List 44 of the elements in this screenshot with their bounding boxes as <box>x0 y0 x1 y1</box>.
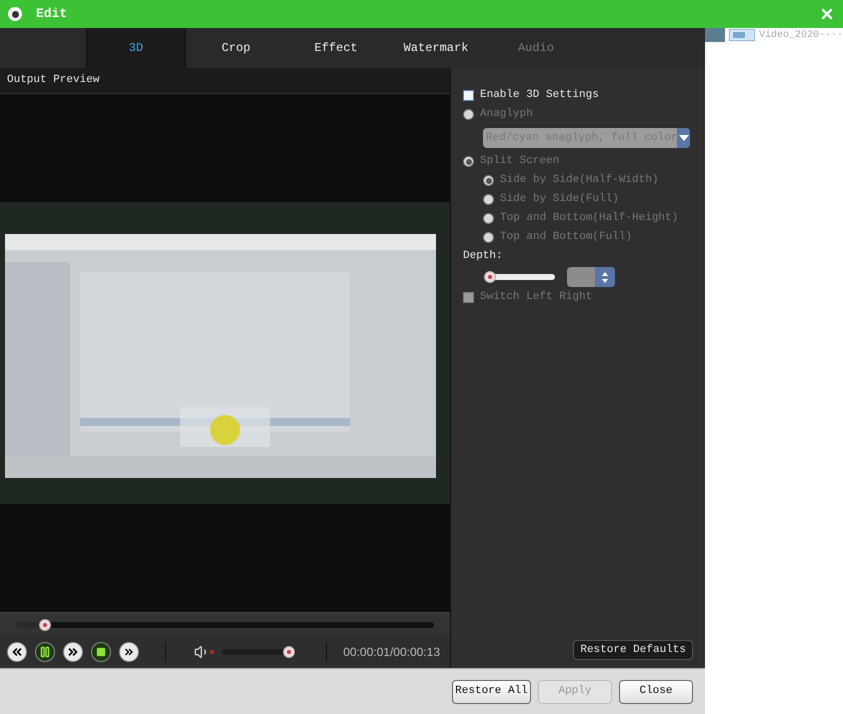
slider-thumb[interactable] <box>282 646 295 658</box>
pause-icon <box>39 646 51 658</box>
slider-thumb[interactable] <box>484 271 496 283</box>
tab[interactable]: Effect <box>286 28 386 68</box>
radio-label: Side by Side(Half-Width) <box>500 173 658 188</box>
restore-defaults-button[interactable]: Restore Defaults <box>573 640 693 660</box>
stop-icon <box>96 647 106 657</box>
tab[interactable]: Watermark <box>386 28 486 68</box>
fast-forward-icon <box>66 645 80 659</box>
player-button[interactable] <box>91 642 111 662</box>
player-button[interactable] <box>7 642 27 662</box>
depth-label: Depth: <box>463 249 504 264</box>
dialog-button[interactable]: Close <box>618 680 693 704</box>
app-logo-icon <box>8 7 22 21</box>
window-title: Edit <box>36 5 68 24</box>
radio-label: Side by Side(Full) <box>500 192 619 208</box>
down-arrow-icon[interactable] <box>602 278 608 282</box>
player-button[interactable] <box>63 642 83 662</box>
video-thumbnail-icon <box>728 29 755 41</box>
up-arrow-icon[interactable] <box>602 272 608 276</box>
rewind-icon <box>10 645 24 659</box>
radio-label: Split Screen <box>480 154 560 170</box>
radio-label: Top and Bottom(Full) <box>500 230 632 246</box>
next-icon <box>123 646 135 658</box>
player-button[interactable] <box>35 642 55 662</box>
dialog-button[interactable]: Restore All <box>452 680 531 704</box>
seek-slider[interactable] <box>16 618 434 630</box>
tab[interactable]: 3D <box>86 28 186 68</box>
preview-label: Output Preview <box>0 68 450 94</box>
dropdown-arrow-icon <box>678 135 689 141</box>
radio-label: Anaglyph <box>480 107 533 122</box>
radio-label: Top and Bottom(Half-Height) <box>500 211 678 226</box>
checkbox[interactable] <box>463 90 474 101</box>
time-display: 00:00:01/00:00:13 <box>343 644 440 661</box>
slider-thumb[interactable] <box>39 618 52 630</box>
row-highlight <box>704 28 725 42</box>
volume-icon[interactable] <box>194 644 214 660</box>
depth-slider[interactable] <box>487 271 555 283</box>
player-button[interactable] <box>119 642 139 662</box>
checkbox-label: Switch Left Right <box>480 290 592 306</box>
volume-slider[interactable] <box>222 646 296 658</box>
depth-spinner[interactable] <box>567 267 615 287</box>
checkbox-label: Enable 3D Settings <box>480 88 599 104</box>
tab[interactable]: Crop <box>186 28 286 68</box>
